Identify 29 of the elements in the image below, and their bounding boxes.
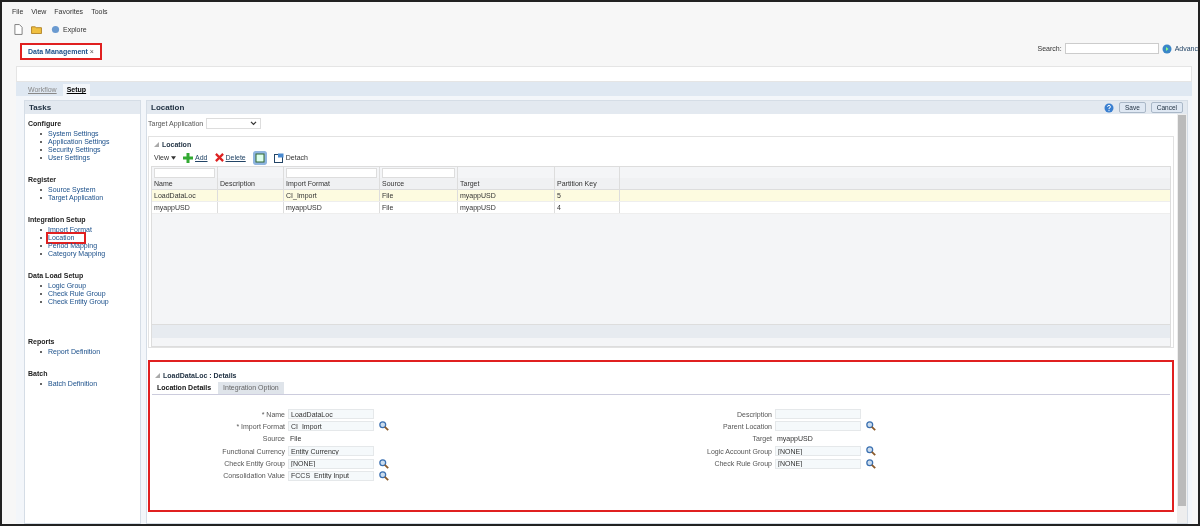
filter-field[interactable]: [382, 167, 455, 178]
window-icon: [273, 152, 284, 163]
search-icon[interactable]: [866, 421, 876, 432]
search-field[interactable]: [1064, 43, 1159, 54]
search-icon[interactable]: [379, 458, 389, 469]
target-application-dropdown[interactable]: [206, 117, 262, 129]
document-icon[interactable]: [14, 23, 23, 35]
filter-field[interactable]: [154, 167, 215, 178]
input-field[interactable]: [775, 409, 861, 419]
page-title: Location: [151, 103, 185, 112]
folder-icon[interactable]: [31, 24, 42, 34]
plus-icon: [183, 152, 194, 163]
search-icon[interactable]: [379, 470, 389, 481]
search-icon[interactable]: [866, 446, 876, 457]
caret-icon: [171, 155, 177, 160]
globe-icon: [50, 24, 61, 34]
x-icon: [214, 153, 224, 162]
tasks-header: Tasks: [25, 101, 140, 114]
grip-icon[interactable]: [155, 372, 160, 378]
freeze-icon[interactable]: [252, 150, 267, 165]
search-icon[interactable]: [866, 458, 876, 469]
chevron-icon: [250, 120, 258, 126]
help-icon[interactable]: [1103, 102, 1114, 113]
input-field[interactable]: [775, 421, 861, 432]
grip-icon[interactable]: [154, 141, 159, 147]
arrow-circle-icon[interactable]: [1161, 43, 1172, 54]
filter-field[interactable]: [286, 167, 377, 178]
search-icon[interactable]: [379, 421, 389, 432]
scrollbar[interactable]: [1177, 114, 1187, 523]
